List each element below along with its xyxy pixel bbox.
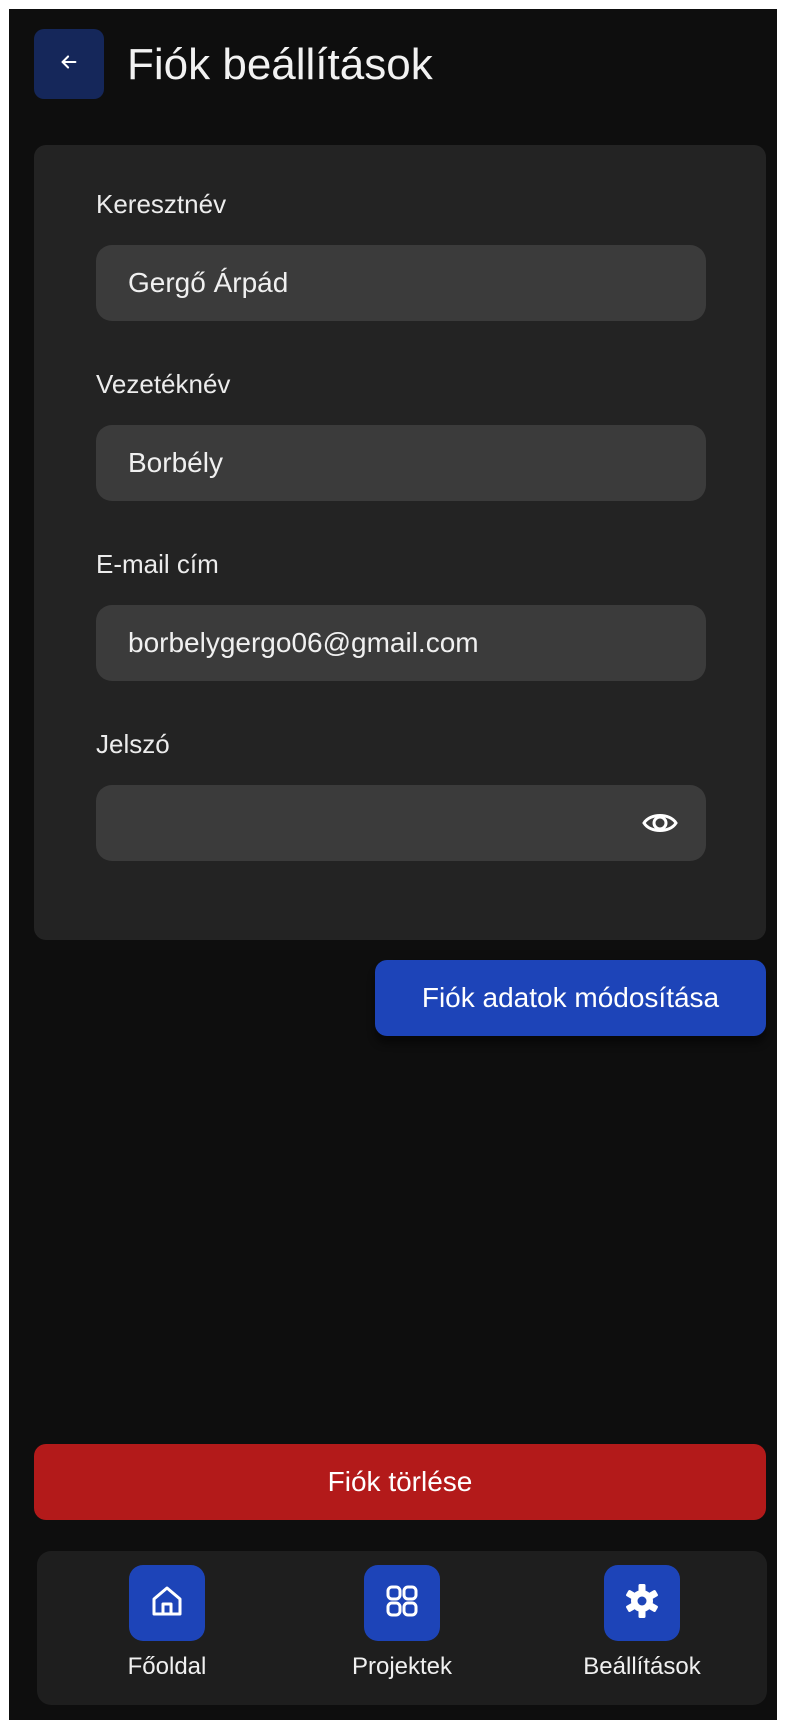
email-field[interactable]: borbelygergo06@gmail.com (96, 605, 706, 681)
nav-item-settings[interactable]: Beállítások (557, 1565, 727, 1695)
home-icon (148, 1582, 186, 1625)
delete-account-button[interactable]: Fiók törlése (34, 1444, 766, 1520)
nav-label-projects: Projektek (351, 1653, 453, 1680)
gear-icon-box (604, 1565, 680, 1641)
password-label: Jelszó (96, 729, 170, 759)
gear-icon (622, 1581, 662, 1626)
page-title: Fiók beállítások (127, 40, 433, 89)
home-icon-box (129, 1565, 205, 1641)
grid-icon (383, 1582, 421, 1625)
bottom-nav: Főoldal Projektek Beállítások (37, 1551, 767, 1705)
account-settings-screen: Fiók beállítások Keresztnév Gergő Árpád … (9, 9, 777, 1720)
first-name-value: Gergő Árpád (128, 267, 289, 298)
last-name-value: Borbély (128, 447, 223, 478)
first-name-label: Keresztnév (96, 189, 227, 219)
back-button[interactable] (34, 29, 104, 99)
update-account-button[interactable]: Fiók adatok módosítása (375, 960, 766, 1036)
nav-label-home: Főoldal (127, 1653, 207, 1680)
nav-label-settings: Beállítások (583, 1653, 701, 1680)
email-label: E-mail cím (96, 549, 219, 579)
grid-icon-box (364, 1565, 440, 1641)
arrow-left-icon (58, 51, 80, 78)
nav-item-projects[interactable]: Projektek (317, 1565, 487, 1695)
last-name-field[interactable]: Borbély (96, 425, 706, 501)
email-value: borbelygergo06@gmail.com (128, 627, 479, 658)
password-field[interactable] (96, 785, 706, 861)
account-form-card: Keresztnév Gergő Árpád Vezetéknév Borbél… (34, 145, 766, 940)
first-name-field[interactable]: Gergő Árpád (96, 245, 706, 321)
nav-item-home[interactable]: Főoldal (82, 1565, 252, 1695)
eye-icon[interactable] (640, 803, 680, 843)
last-name-label: Vezetéknév (96, 369, 231, 399)
